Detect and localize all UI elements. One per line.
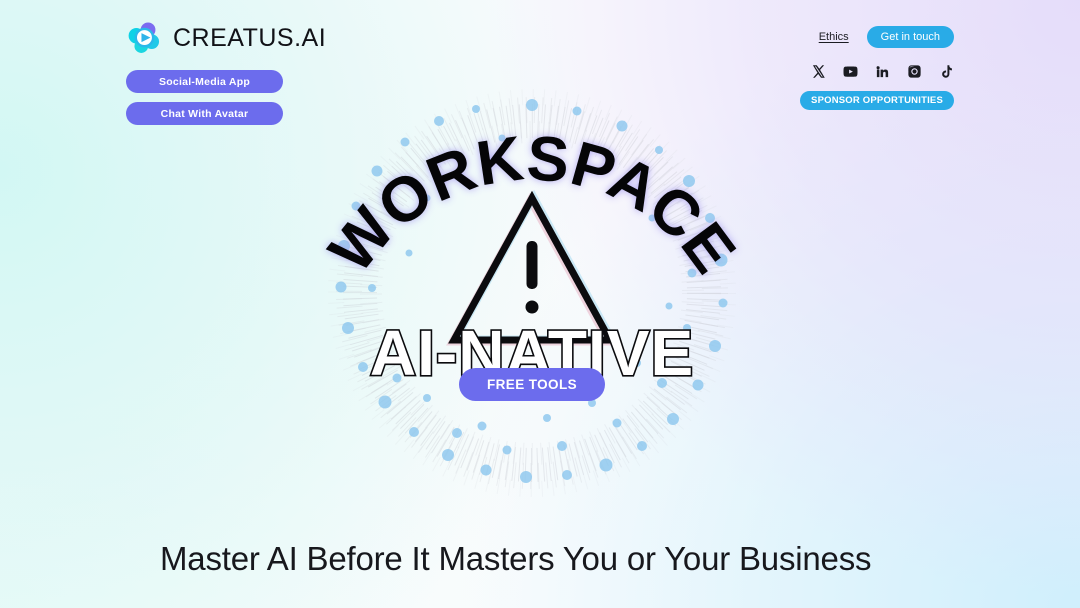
ethics-link[interactable]: Ethics bbox=[819, 31, 849, 43]
side-button-group: Social-Media App Chat With Avatar bbox=[126, 70, 283, 125]
youtube-icon[interactable] bbox=[843, 64, 858, 79]
brand-logo[interactable]: CREATUS.AI bbox=[126, 20, 326, 56]
nav-row-primary: Ethics Get in touch bbox=[794, 26, 954, 48]
page-headline: Master AI Before It Masters You or Your … bbox=[160, 540, 872, 577]
x-twitter-icon[interactable] bbox=[811, 64, 826, 79]
social-links-row bbox=[794, 64, 954, 79]
tiktok-icon[interactable] bbox=[939, 64, 954, 79]
linkedin-icon[interactable] bbox=[875, 64, 890, 79]
get-in-touch-button[interactable]: Get in touch bbox=[866, 26, 954, 48]
top-right-nav: Ethics Get in touch SPONSOR OPPORTUNITIE… bbox=[794, 26, 954, 110]
hero-graphic: WORKSPACE WORKSPACE AI-NATIVE FREE TOOLS bbox=[277, 78, 787, 508]
instagram-icon[interactable] bbox=[907, 64, 922, 79]
social-media-app-button[interactable]: Social-Media App bbox=[126, 70, 283, 93]
brand-name: CREATUS.AI bbox=[173, 23, 327, 52]
creatus-flower-logo-icon bbox=[126, 20, 162, 56]
free-tools-button[interactable]: FREE TOOLS bbox=[458, 368, 606, 401]
hero-artwork: WORKSPACE WORKSPACE AI-NATIVE bbox=[316, 89, 749, 497]
chat-with-avatar-button[interactable]: Chat With Avatar bbox=[126, 102, 283, 125]
sponsor-opportunities-button[interactable]: SPONSOR OPPORTUNITIES bbox=[800, 91, 954, 110]
